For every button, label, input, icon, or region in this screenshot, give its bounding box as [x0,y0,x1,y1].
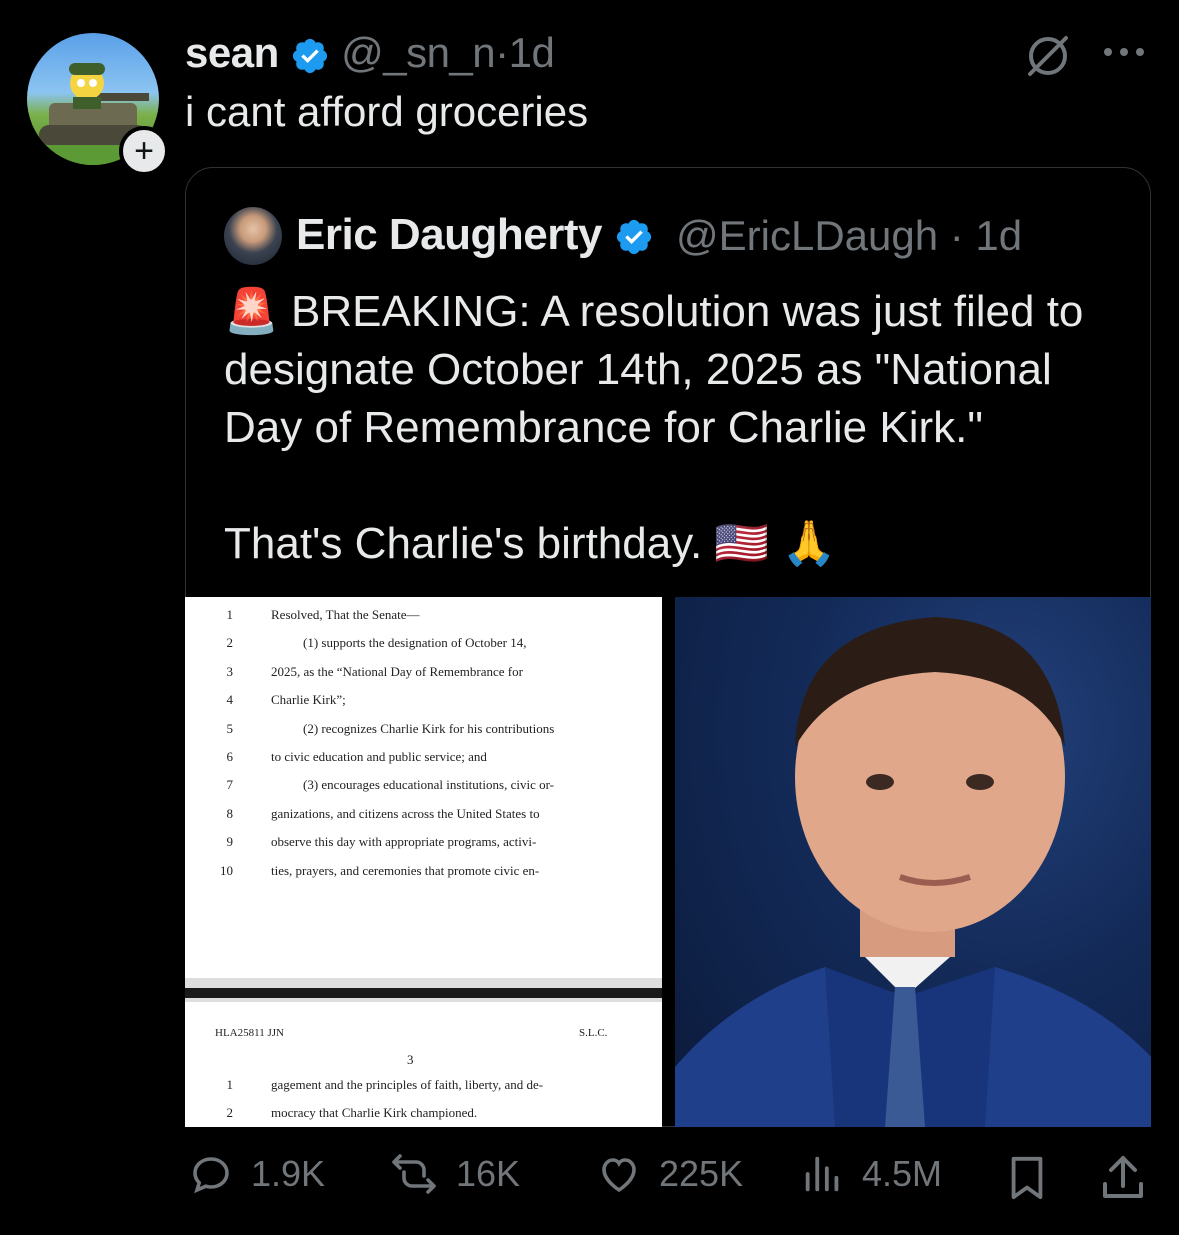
document-line-text: ties, prayers, and ceremonies that promo… [271,862,540,878]
document-line-number: 2 [226,635,234,651]
grok-icon[interactable] [1020,28,1076,84]
document-line-text: Resolved, That the Senate— [271,607,420,622]
document-line-text: (3) encourages educational institutions,… [303,777,554,793]
tweet-time[interactable]: 1d [509,29,555,76]
document-line-text: 2025, as the “National Day of Remembranc… [271,663,523,679]
quoted-author-avatar[interactable] [224,207,282,265]
document-page2-header-left: HLA25811 JJN [215,1027,284,1039]
document-line-text: (2) recognizes Charlie Kirk for his cont… [303,720,555,736]
quoted-author-handle[interactable]: @EricLDaugh [676,212,938,259]
document-line-number: 10 [220,862,233,878]
tweet-text: i cant afford groceries [185,88,589,135]
document-page2-line-number: 2 [226,1105,234,1120]
follow-plus-label: + [134,132,154,170]
verified-badge-icon [292,38,327,73]
quoted-verified-badge-icon [616,220,651,255]
author-handle[interactable]: @_sn_n [341,29,496,76]
quoted-text-blank-line [224,457,1129,515]
document-line-text: (1) supports the designation of October … [303,635,527,651]
quoted-handle-row: @EricLDaugh · 1d [676,212,1022,260]
document-page2-number: 3 [407,1052,414,1067]
tweet-header: sean @_sn_n·1d [185,29,555,77]
portrait-photo[interactable] [675,597,1151,1127]
document-page2-line-text: gagement and the principles of faith, li… [271,1077,544,1092]
quoted-text-line-1: 🚨 BREAKING: A resolution was just filed … [224,283,1129,341]
like-button[interactable]: 225K [595,1150,743,1198]
repost-button[interactable]: 16K [388,1150,520,1198]
view-count: 4.5M [862,1153,943,1194]
document-line-number: 9 [226,834,234,850]
document-page2-line-text: mocracy that Charlie Kirk championed. [271,1105,478,1120]
time-separator: · [495,29,509,76]
quoted-text-line-5-text: That's Charlie's birthday. [224,519,703,568]
police-light-emoji: 🚨 [224,286,279,337]
share-icon[interactable] [1098,1152,1148,1204]
document-line-text: observe this day with appropriate progra… [271,834,537,850]
document-line-text: ganizations, and citizens across the Uni… [271,805,540,821]
document-line-text: to civic education and public service; a… [271,749,487,764]
document-line-number: 7 [226,777,234,793]
bookmark-icon[interactable] [1004,1152,1050,1204]
quoted-text-line-2: designate October 14th, 2025 as "Nationa… [224,345,1052,394]
praying-hands-emoji: 🙏 [781,518,837,569]
views-button[interactable]: 4.5M [800,1150,942,1198]
document-line-number: 6 [226,749,234,764]
views-chart-icon [805,1156,839,1192]
document-line-number: 3 [226,663,234,679]
repost-icon [392,1154,436,1194]
quoted-text-line-3: Day of Remembrance for Charlie Kirk." [224,403,983,452]
more-options-icon[interactable] [1100,36,1148,68]
author-name[interactable]: sean [185,29,279,76]
document-line-number: 1 [226,607,234,622]
reply-icon [193,1157,229,1194]
us-flag-emoji: 🇺🇸 [714,518,770,569]
document-line-text: Charlie Kirk”; [271,692,346,708]
quoted-tweet-text: 🚨 BREAKING: A resolution was just filed … [224,283,1129,573]
reply-count: 1.9K [251,1153,326,1194]
repost-count: 16K [456,1153,521,1194]
quoted-author-name[interactable]: Eric Daugherty [296,210,602,259]
document-page-divider [185,988,662,998]
document-line-number: 8 [226,805,234,821]
document-line-number: 4 [226,692,234,708]
resolution-document-image[interactable]: 1 Resolved, That the Senate— 2 (1) supports… [185,597,662,1127]
document-line-number: 5 [226,720,234,736]
quoted-text-line-1-text: BREAKING: A resolution was just filed to [291,287,1084,336]
follow-plus-button[interactable]: + [119,126,169,176]
like-count: 225K [659,1153,744,1194]
quoted-time[interactable]: 1d [975,212,1022,259]
quoted-text-line-5: That's Charlie's birthday. 🇺🇸 🙏 [224,515,1129,573]
heart-icon [602,1158,636,1193]
document-page2-line-number: 1 [226,1077,234,1092]
quoted-time-separator: · [938,212,976,259]
quoted-header: Eric Daugherty [296,210,654,260]
reply-button[interactable]: 1.9K [187,1150,325,1198]
document-page2-header-right: S.L.C. [579,1027,608,1039]
